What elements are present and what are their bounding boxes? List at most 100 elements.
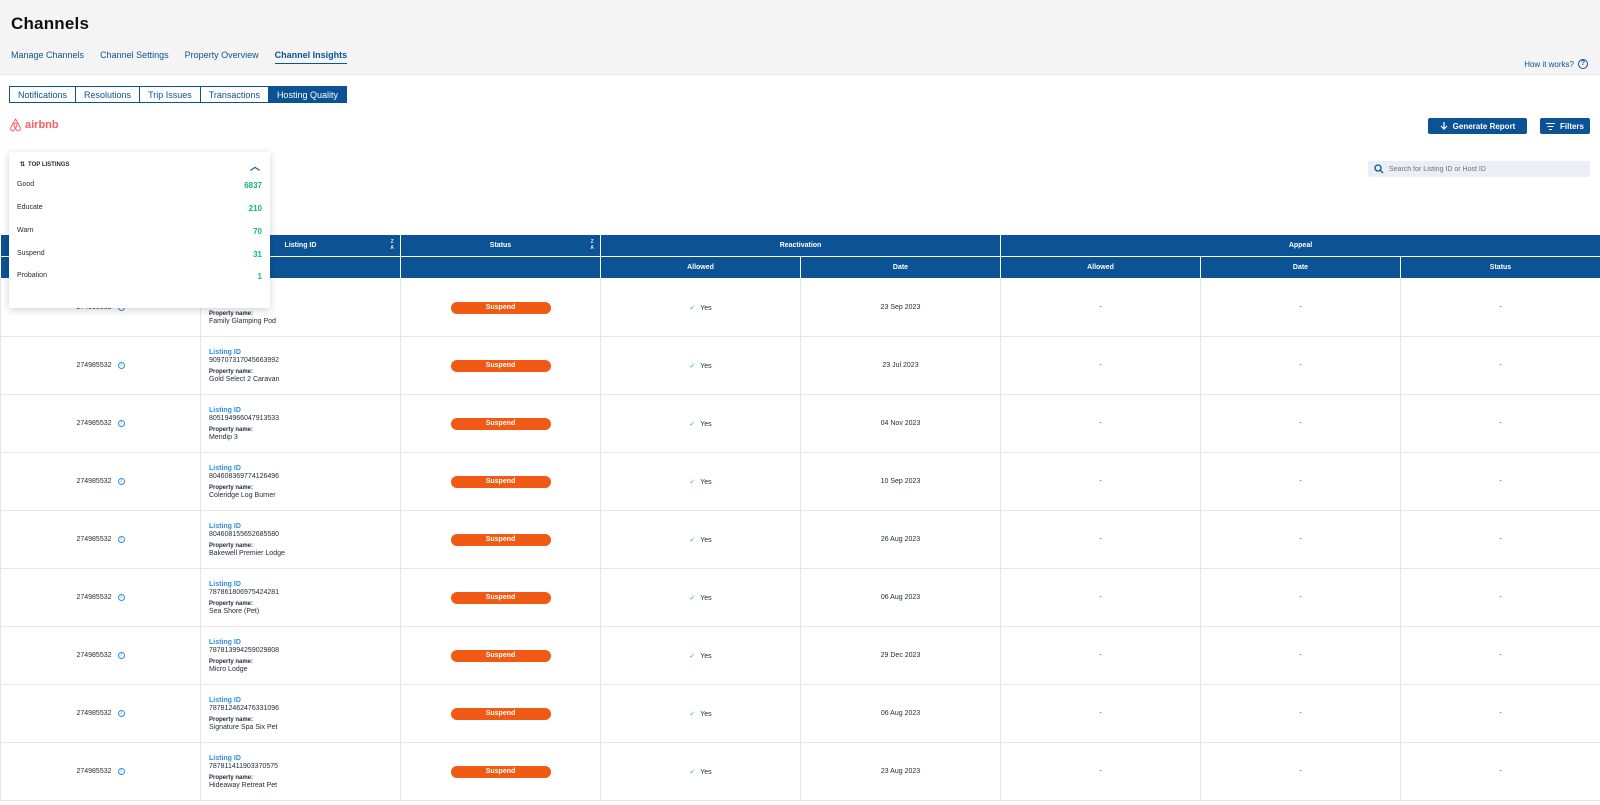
host-id-cell: 274985532 i <box>0 336 201 395</box>
property-name-label: Property name: <box>209 542 254 549</box>
listing-id-value: 787813994259029808 <box>209 646 280 654</box>
listing-cell: Listing ID 787813994259029808 Property nam… <box>200 626 401 685</box>
filters-label: Filters <box>1559 121 1584 131</box>
status-cell: Suspend <box>400 568 601 627</box>
popup-row-warn[interactable]: Warn 70 <box>17 227 262 236</box>
popup-row-label: Probation <box>17 272 47 279</box>
status-subheader <box>400 256 601 279</box>
table-row[interactable]: 274985532 i Listing ID 787813994259029808 Pr… <box>0 626 1600 685</box>
nav-manage-channels[interactable]: Manage Channels <box>11 50 84 64</box>
property-name-value: Family Glamping Pod <box>209 317 276 325</box>
info-icon[interactable]: i <box>117 362 125 369</box>
popup-row-suspend[interactable]: Suspend 31 <box>17 250 262 259</box>
generate-report-button[interactable]: Generate Report <box>1428 118 1527 134</box>
filters-button[interactable]: Filters <box>1540 118 1590 134</box>
reactivation-allowed-cell: ✓ Yes <box>600 510 801 569</box>
listing-id-label[interactable]: Listing ID <box>209 407 400 414</box>
listing-id-value: 909707317045663992 <box>209 356 280 364</box>
reactivation-allowed-cell: ✓ Yes <box>600 278 801 337</box>
search-input[interactable] <box>1389 165 1579 173</box>
listing-id-label[interactable]: Listing ID <box>209 755 400 762</box>
tab-transactions[interactable]: Transactions <box>199 86 269 103</box>
tab-hosting-quality[interactable]: Hosting Quality <box>267 86 347 103</box>
nav-channel-settings[interactable]: Channel Settings <box>100 50 169 64</box>
popup-row-value: 31 <box>253 250 262 259</box>
host-id-cell: 274985532 i <box>0 742 201 801</box>
info-icon[interactable]: i <box>117 652 125 659</box>
popup-row-educate[interactable]: Educate 210 <box>17 204 262 213</box>
sort-icon[interactable]: ZA <box>590 239 594 251</box>
info-icon[interactable]: i <box>117 420 125 427</box>
reactivation-date-cell: 06 Aug 2023 <box>800 684 1001 743</box>
help-icon: ? <box>1578 59 1588 69</box>
chevron-up-icon[interactable]: ︿ <box>250 158 260 173</box>
page-title: Channels <box>11 14 90 33</box>
appeal-allowed-cell: - <box>1000 568 1201 627</box>
filter-icon <box>1545 122 1555 130</box>
listing-id-header-label: Listing ID <box>284 242 317 249</box>
info-icon[interactable]: i <box>117 594 125 601</box>
tab-notifications[interactable]: Notifications <box>9 86 77 103</box>
appeal-status-cell: - <box>1399 278 1600 337</box>
property-name-label: Property name: <box>209 484 254 491</box>
sort-icon[interactable]: ZA <box>390 239 394 251</box>
appeal-header: Appeal <box>999 234 1600 257</box>
listing-cell: Listing ID 805194966047913533 Property nam… <box>200 394 401 453</box>
appeal-allowed-cell: - <box>1000 452 1201 511</box>
tab-resolutions[interactable]: Resolutions <box>75 86 141 103</box>
listing-id-label[interactable]: Listing ID <box>209 639 400 646</box>
table-row[interactable]: 274985532 i Listing ID 787811411903370575 Pr… <box>0 742 1600 801</box>
listing-cell: Listing ID 804608155652685580 Property nam… <box>200 510 401 569</box>
listing-id-label[interactable]: Listing ID <box>209 349 400 356</box>
reactivation-date-cell: 10 Sep 2023 <box>800 452 1001 511</box>
property-name-label: Property name: <box>209 774 254 781</box>
table-row[interactable]: 274985532 i Listing ID 787812462476331096 Pr… <box>0 684 1600 743</box>
popup-row-probation[interactable]: Probation 1 <box>17 272 262 281</box>
host-id: 274985532 <box>76 594 112 601</box>
status-header[interactable]: Status Z A <box>400 234 601 257</box>
airbnb-logo: airbnb <box>9 118 59 132</box>
host-id-cell: 274985532 i <box>0 568 201 627</box>
appeal-status-cell: - <box>1399 452 1600 511</box>
property-name-label: Property name: <box>209 368 254 375</box>
appeal-status-cell: - <box>1399 336 1600 395</box>
listing-id-label[interactable]: Listing ID <box>209 465 400 472</box>
property-name-label: Property name: <box>209 426 254 433</box>
popup-row-value: 70 <box>253 227 262 236</box>
info-icon[interactable]: i <box>117 710 125 717</box>
listing-id-label[interactable]: Listing ID <box>209 697 400 704</box>
tab-trip-issues[interactable]: Trip Issues <box>139 86 201 103</box>
reactivation-allowed-value: Yes <box>700 304 712 312</box>
table-row[interactable]: 274985532 i Listing ID 804608369774126496 Pr… <box>0 452 1600 511</box>
status-badge: Suspend <box>450 533 551 546</box>
host-id: 274985532 <box>76 768 112 775</box>
info-icon[interactable]: i <box>117 478 125 485</box>
table-row[interactable]: 274985532 i Listing ID 909707317045663992 Pr… <box>0 336 1600 395</box>
host-id-cell: 274985532 i <box>0 394 201 453</box>
status-cell: Suspend <box>400 626 601 685</box>
how-it-works-link[interactable]: How it works? ? <box>1524 59 1588 69</box>
listing-id-label[interactable]: Listing ID <box>209 581 400 588</box>
table-row[interactable]: 274985532 i Listing ID 805194966047913533 Pr… <box>0 394 1600 453</box>
info-icon[interactable]: i <box>117 536 125 543</box>
status-cell: Suspend <box>400 684 601 743</box>
search-icon <box>1374 164 1384 174</box>
appeal-allowed-header: Allowed <box>1000 256 1201 279</box>
listing-cell: Listing ID 787812462476331096 Property nam… <box>200 684 401 743</box>
status-cell: Suspend <box>400 278 601 337</box>
appeal-date-cell: - <box>1200 742 1401 801</box>
subtabs: Notifications Resolutions Trip Issues Tr… <box>9 86 347 103</box>
table-row[interactable]: 274985532 i Listing ID 804608155652685580 Pr… <box>0 510 1600 569</box>
listing-id-label[interactable]: Listing ID <box>209 523 400 530</box>
table-row[interactable]: 274985532 i Listing ID 787861806975424281 Pr… <box>0 568 1600 627</box>
property-name-value: Bakewell Premier Lodge <box>209 549 285 557</box>
host-id: 274985532 <box>76 536 112 543</box>
popup-row-good[interactable]: Good 6837 <box>17 181 262 190</box>
listing-cell: Listing ID 804608369774126496 Property nam… <box>200 452 401 511</box>
reactivation-allowed-cell: ✓ Yes <box>600 626 801 685</box>
reactivation-date-cell: 06 Aug 2023 <box>800 568 1001 627</box>
info-icon[interactable]: i <box>117 768 125 775</box>
nav-channel-insights[interactable]: Channel Insights <box>274 50 348 64</box>
nav-property-overview[interactable]: Property Overview <box>185 50 259 64</box>
check-icon: ✓ <box>689 420 696 428</box>
